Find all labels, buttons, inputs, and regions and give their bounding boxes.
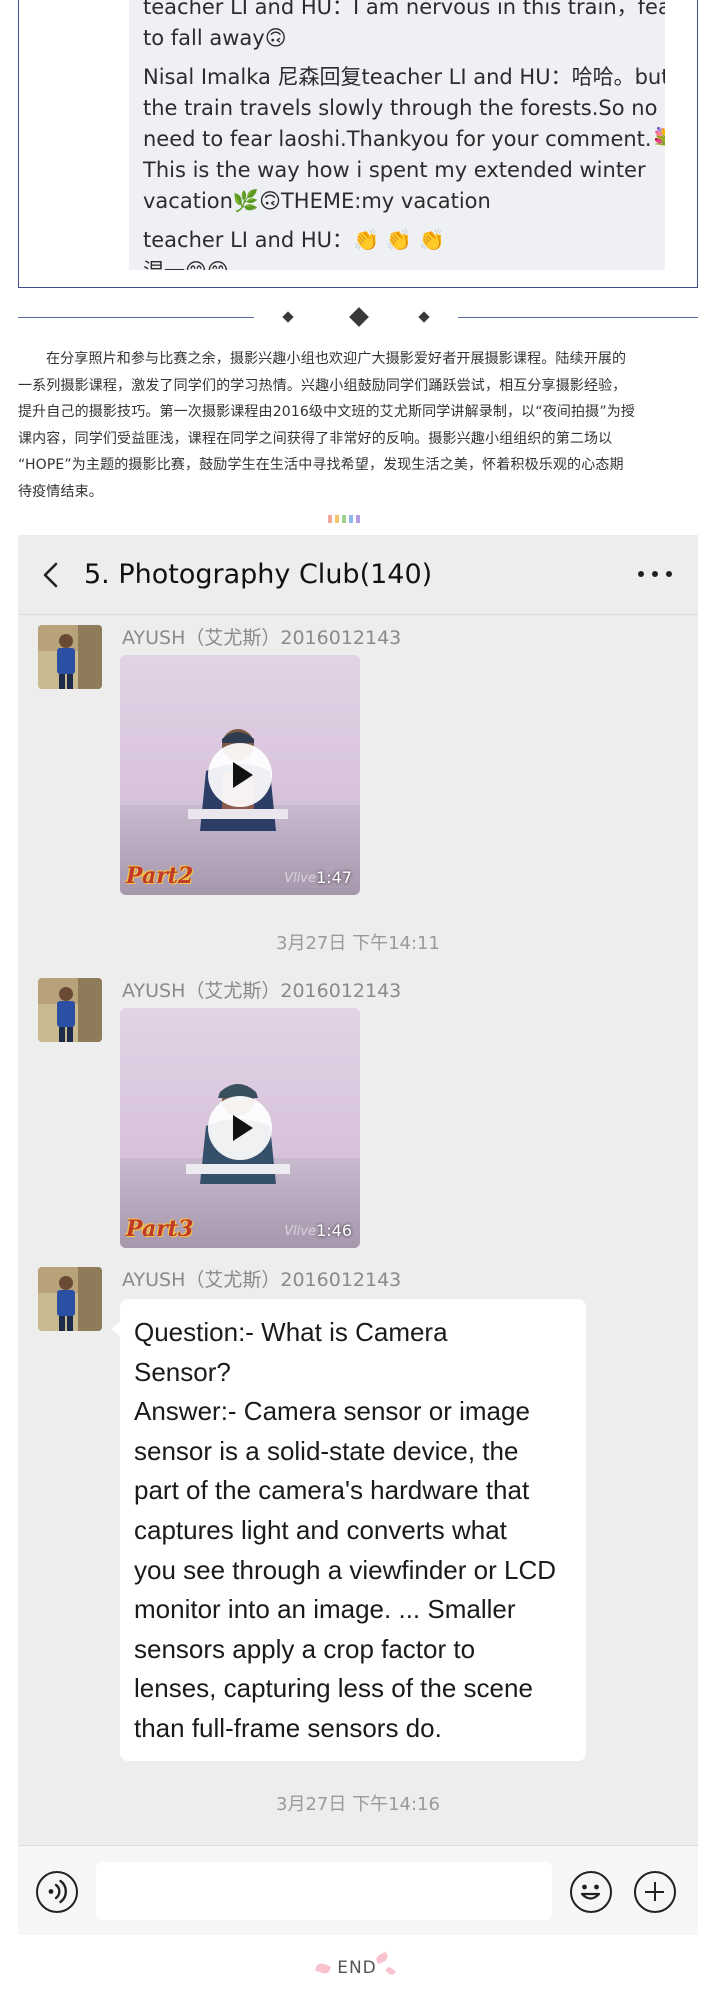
paragraph-line: 课内容，同学们受益匪浅，课程在同学之间获得了非常好的反响。摄影兴趣小组组织的第二… xyxy=(18,430,613,447)
message-line: sensor is a solid-state device, the xyxy=(134,1435,519,1466)
video-part-label: Part2 xyxy=(126,863,194,889)
avatar[interactable] xyxy=(38,978,102,1042)
message-input[interactable] xyxy=(96,1862,552,1920)
message-line: monitor into an image. ... Smaller xyxy=(134,1594,516,1625)
paragraph-line: “HOPE”为主题的摄影比赛，鼓励学生在生活中寻找希望，发现生活之美，怀着积极乐… xyxy=(18,457,624,473)
play-icon[interactable] xyxy=(208,1096,272,1160)
message-line: captures light and converts what xyxy=(134,1514,507,1545)
play-icon[interactable] xyxy=(208,743,272,807)
page: teacher LI and HU：I am nervous in this t… xyxy=(0,0,714,1993)
video-part-label: Part3 xyxy=(126,1216,194,1242)
voice-icon[interactable] xyxy=(36,1871,78,1913)
comment-line: need to fear laoshi.Thankyou for your co… xyxy=(143,127,665,151)
comment-line: Nisal Imalka 尼森回复teacher LI and HU：哈哈。bu… xyxy=(143,65,665,89)
avatar[interactable] xyxy=(38,625,102,689)
comment-line: vacation🌿🙃THEME:my vacation xyxy=(143,189,491,213)
color-stripe-decoration xyxy=(328,515,388,523)
paragraph-line: 一系列摄影课程，激发了同学们的学习热情。兴趣小组鼓励同学们踊跃尝试，相互分享摄影… xyxy=(18,377,627,394)
chat-title: 5. Photography Club(140) xyxy=(84,559,433,590)
paragraph-line: 提升自己的摄影技巧。第一次摄影课程由2016级中文班的艾尤斯同学讲解录制，以“夜… xyxy=(18,404,636,420)
video-duration: 1:46 xyxy=(316,1221,352,1240)
diamond-large-icon xyxy=(349,307,369,327)
message-timestamp: 3月27日 下午14:11 xyxy=(276,933,440,954)
more-dots-icon[interactable] xyxy=(638,571,672,579)
ornament-divider xyxy=(18,300,698,336)
emoji-icon[interactable] xyxy=(570,1871,612,1913)
paragraph-line: 在分享照片和参与比赛之余，摄影兴趣小组也欢迎广大摄影爱好者开展摄影课程。陆续开展… xyxy=(46,351,627,367)
chat-header: 5. Photography Club(140) xyxy=(18,535,698,615)
color-stripe-segment xyxy=(349,515,353,523)
plus-icon[interactable] xyxy=(634,1871,676,1913)
video-duration: 1:47 xyxy=(316,868,352,887)
comment-card: teacher LI and HU：I am nervous in this t… xyxy=(129,0,665,270)
message-line: sensors apply a crop factor to xyxy=(134,1633,476,1664)
comment-line: teacher LI and HU：👏 👏 👏 xyxy=(143,228,445,252)
message-line: Sensor? xyxy=(134,1356,231,1387)
text-message-bubble[interactable]: Question:- What is Camera Sensor? Answer… xyxy=(111,1299,586,1761)
chevron-left-icon[interactable] xyxy=(36,559,68,591)
comment-line: This is the way how i spent my extended … xyxy=(143,158,646,182)
comment-line: the train travels slowly through the for… xyxy=(143,96,658,120)
sender-name: AYUSH（艾尤斯）2016012143 xyxy=(122,980,402,1002)
video-watermark: Vlive xyxy=(284,871,316,886)
message-line: than full-frame sensors do. xyxy=(134,1712,442,1743)
color-stripe-segment xyxy=(328,515,332,523)
comment-line: to fall away🙃 xyxy=(143,26,287,50)
divider-rule-right xyxy=(458,317,698,318)
message-line: part of the camera's hardware that xyxy=(134,1475,530,1506)
sender-name: AYUSH（艾尤斯）2016012143 xyxy=(122,627,402,649)
message-line: lenses, capturing less of the scene xyxy=(134,1673,533,1704)
video-message[interactable]: Part3 Vlive 1:46 xyxy=(120,1008,360,1248)
color-stripe-segment xyxy=(335,515,339,523)
comment-line: 湿一😊😊 xyxy=(143,256,651,270)
message-line: Question:- What is Camera xyxy=(134,1317,448,1347)
divider-rule-left xyxy=(18,317,254,318)
sender-name: AYUSH（艾尤斯）2016012143 xyxy=(122,1269,402,1291)
video-watermark: Vlive xyxy=(284,1224,316,1239)
end-marker: END xyxy=(0,1950,714,1986)
message-line: Answer:- Camera sensor or image xyxy=(134,1396,530,1427)
video-message[interactable]: Part2 Vlive 1:47 xyxy=(120,655,360,895)
message-line: you see through a viewfinder or LCD xyxy=(134,1554,557,1585)
color-stripe-segment xyxy=(356,515,360,523)
chat-input-bar xyxy=(18,1845,698,1935)
article-paragraph: 在分享照片和参与比赛之余，摄影兴趣小组也欢迎广大摄影爱好者开展摄影课程。陆续开展… xyxy=(18,346,698,505)
paragraph-line: 待疫情结束。 xyxy=(18,483,103,500)
diamond-small-icon xyxy=(418,311,430,323)
end-label: END xyxy=(337,1958,377,1978)
color-stripe-segment xyxy=(342,515,346,523)
comment-screenshot-frame: teacher LI and HU：I am nervous in this t… xyxy=(18,0,698,288)
chat-screenshot: 5. Photography Club(140) AYUSH（艾尤斯）20160… xyxy=(18,535,698,1935)
avatar[interactable] xyxy=(38,1267,102,1331)
message-timestamp: 3月27日 下午14:16 xyxy=(276,1794,440,1815)
diamond-small-icon xyxy=(282,311,294,323)
comment-line: teacher LI and HU：I am nervous in this t… xyxy=(143,0,665,19)
